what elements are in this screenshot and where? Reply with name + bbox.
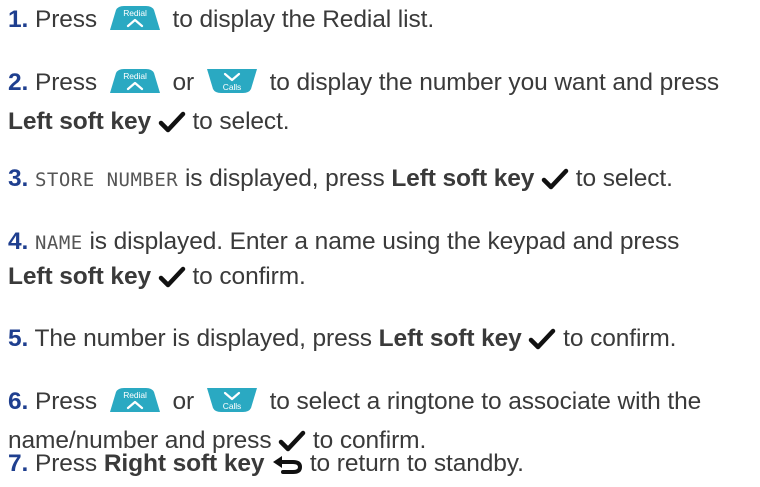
calls-key-icon: Calls — [203, 67, 261, 105]
step-number: 2. — [8, 69, 29, 96]
redial-key-label: Redial — [123, 71, 147, 81]
step-text: or — [172, 388, 195, 415]
step-text: is displayed, press — [184, 165, 385, 192]
step-text: Press — [34, 6, 98, 33]
left-soft-key-label: Left soft key — [8, 263, 152, 290]
lcd-display-text: STORE NUMBER — [34, 169, 179, 191]
step-text: to return to standby. — [309, 450, 524, 477]
step-text: to display the Redial list. — [172, 6, 435, 33]
check-icon — [158, 265, 186, 299]
step-number: 5. — [8, 325, 29, 352]
step-number: 1. — [8, 6, 29, 33]
step-1: 1. Press Redial to display the Redial li… — [8, 3, 756, 42]
check-icon — [541, 167, 569, 201]
step-3: 3. STORE NUMBER is displayed, press Left… — [8, 162, 756, 201]
calls-key-label: Calls — [223, 401, 241, 411]
check-icon — [158, 110, 186, 144]
left-soft-key-label: Left soft key — [378, 325, 522, 352]
step-7: 7. Press Right soft key to return to sta… — [8, 447, 756, 486]
step-5: 5. The number is displayed, press Left s… — [8, 322, 756, 361]
step-text: Press — [34, 450, 98, 477]
right-soft-key-label: Right soft key — [103, 450, 265, 477]
step-text: to select a ringtone to associate with t… — [269, 388, 702, 415]
step-number: 6. — [8, 388, 29, 415]
step-number: 4. — [8, 228, 29, 255]
left-soft-key-label: Left soft key — [391, 165, 535, 192]
redial-key-icon: Redial — [106, 4, 164, 42]
left-soft-key-label: Left soft key — [8, 108, 152, 135]
calls-key-label: Calls — [223, 82, 241, 92]
step-number: 7. — [8, 450, 29, 477]
step-4: 4. NAME is displayed. Enter a name using… — [8, 225, 756, 299]
step-text: or — [172, 69, 195, 96]
step-2: 2. Press Redial or Calls to display the … — [8, 66, 756, 144]
step-text: to confirm. — [563, 325, 677, 352]
step-text: to display the number you want and press — [269, 69, 720, 96]
instruction-steps: 1. Press Redial to display the Redial li… — [0, 0, 760, 487]
redial-key-icon: Redial — [106, 67, 164, 105]
redial-key-icon: Redial — [106, 386, 164, 424]
back-arrow-icon — [271, 452, 303, 486]
redial-key-label: Redial — [123, 390, 147, 400]
step-text: to confirm. — [192, 263, 306, 290]
step-text: to select. — [575, 165, 673, 192]
step-text: to select. — [192, 108, 290, 135]
calls-key-icon: Calls — [203, 386, 261, 424]
step-text: Press — [34, 69, 98, 96]
check-icon — [528, 327, 556, 361]
lcd-display-text: NAME — [34, 232, 83, 254]
step-number: 3. — [8, 165, 29, 192]
step-text: Press — [34, 388, 98, 415]
step-text: is displayed. Enter a name using the key… — [89, 228, 680, 255]
redial-key-label: Redial — [123, 8, 147, 18]
step-text: The number is displayed, press — [34, 325, 373, 352]
